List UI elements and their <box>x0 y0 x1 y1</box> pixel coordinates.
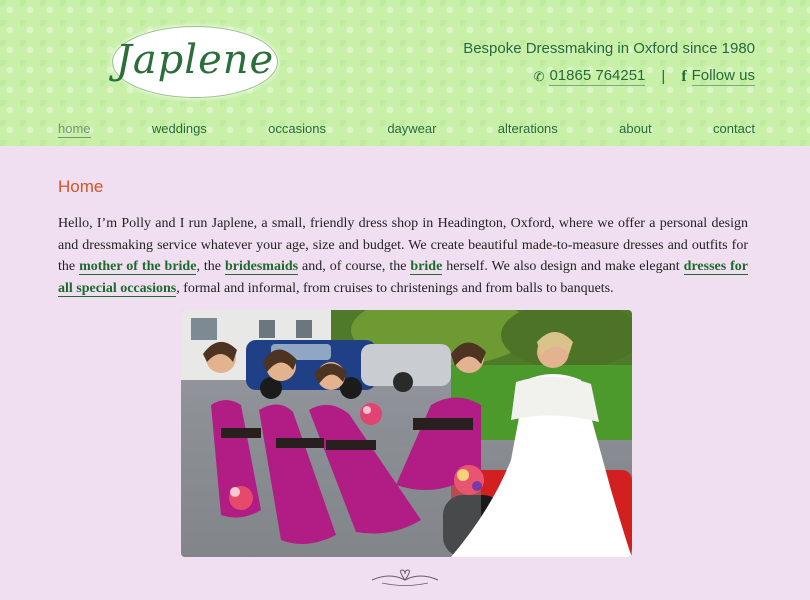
tagline: Bespoke Dressmaking in Oxford since 1980 <box>463 40 755 57</box>
intro-text-3: and, of course, the <box>298 259 411 274</box>
logo-text: Japlene <box>115 37 275 83</box>
phone-icon: ✆ <box>533 68 545 84</box>
phone-link[interactable]: 01865 764251 <box>549 67 646 86</box>
bride-link[interactable]: bride <box>410 259 443 275</box>
site-logo[interactable]: Japlene <box>112 26 278 98</box>
wedding-photo-image <box>181 310 632 557</box>
main-nav: home weddings occasions daywear alterati… <box>58 121 755 138</box>
contact-separator: | <box>661 68 666 85</box>
bridesmaids-link[interactable]: bridesmaids <box>224 259 299 275</box>
nav-alterations[interactable]: alterations <box>498 121 558 138</box>
follow-us-link[interactable]: Follow us <box>691 67 755 86</box>
intro-paragraph: Hello, I’m Polly and I run Japlene, a sm… <box>58 213 749 299</box>
contact-line: ✆ 01865 764251 | f Follow us <box>534 67 755 86</box>
flourish-divider-icon <box>371 569 439 586</box>
nav-daywear[interactable]: daywear <box>387 121 436 138</box>
nav-occasions[interactable]: occasions <box>268 121 326 138</box>
mother-of-the-bride-link[interactable]: mother of the bride <box>79 259 197 275</box>
nav-about[interactable]: about <box>619 121 652 138</box>
facebook-icon: f <box>681 67 687 85</box>
nav-contact[interactable]: contact <box>713 121 755 138</box>
intro-text-4: herself. We also design and make elegant <box>442 259 684 274</box>
intro-text-2: , the <box>196 259 225 274</box>
wedding-photo <box>181 310 632 557</box>
main-content: Home Hello, I’m Polly and I run Japlene,… <box>58 146 749 299</box>
nav-home[interactable]: home <box>58 121 91 138</box>
nav-weddings[interactable]: weddings <box>152 121 207 138</box>
site-header: Japlene Bespoke Dressmaking in Oxford si… <box>0 0 810 146</box>
page-title: Home <box>58 177 104 196</box>
intro-text-5: , formal and informal, from cruises to c… <box>176 280 614 296</box>
